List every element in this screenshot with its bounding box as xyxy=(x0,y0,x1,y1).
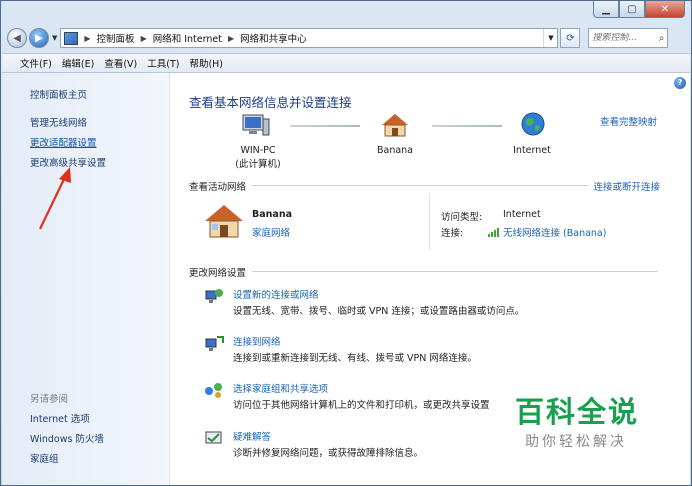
connection-line xyxy=(290,125,360,127)
recent-pages-dropdown-icon[interactable]: ▼ xyxy=(52,34,57,42)
search-icon[interactable]: ⌕ xyxy=(659,33,665,44)
address-bar[interactable]: ▶ 控制面板 ▶ 网络和 Internet ▶ 网络和共享中心 ▼ xyxy=(60,28,559,48)
divider xyxy=(429,194,430,250)
task-new-connection-link[interactable]: 设置新的连接或网络 xyxy=(233,287,319,301)
connect-disconnect-link[interactable]: 连接或断开连接 xyxy=(593,179,660,193)
node-this-computer-sub: (此计算机) xyxy=(235,159,281,170)
breadcrumb-network-sharing-center[interactable]: 网络和共享中心 xyxy=(240,31,307,45)
network-name: Banana xyxy=(252,209,292,220)
network-type-link[interactable]: 家庭网络 xyxy=(252,225,290,239)
forward-button[interactable]: ▶ xyxy=(29,28,49,48)
connection-value[interactable]: 无线网络连接 (Banana) xyxy=(503,225,606,239)
help-icon[interactable]: ? xyxy=(674,77,686,89)
watermark-subtitle: 助你轻松解决 xyxy=(525,434,627,450)
back-arrow-icon: ◀ xyxy=(13,32,21,44)
search-input[interactable] xyxy=(592,33,653,43)
sidebar-control-panel-home[interactable]: 控制面板主页 xyxy=(30,87,87,101)
watermark-title: 百科全说 xyxy=(515,395,640,429)
address-dropdown-icon[interactable]: ▼ xyxy=(543,29,557,47)
node-this-computer: WIN-PC (此计算机) xyxy=(228,145,288,170)
breadcrumb: 控制面板 ▶ 网络和 Internet ▶ 网络和共享中心 xyxy=(97,31,307,46)
breadcrumb-chevron-icon[interactable]: ▶ xyxy=(84,34,90,43)
task-homegroup-sharing-desc: 访问位于其他网络计算机上的文件和打印机，或更改共享设置 xyxy=(233,400,490,411)
breadcrumb-network-internet[interactable]: 网络和 Internet xyxy=(153,31,222,45)
access-type-label: 访问类型: xyxy=(441,212,483,223)
refresh-icon: ⟳ xyxy=(566,32,575,44)
control-panel-icon xyxy=(64,31,79,45)
troubleshoot-icon xyxy=(205,431,222,444)
task-homegroup-sharing-link[interactable]: 选择家庭组和共享选项 xyxy=(233,381,328,395)
home-network-icon xyxy=(382,114,408,137)
sidebar-item-homegroup[interactable]: 家庭组 xyxy=(30,451,59,465)
sidebar-item-manage-wireless[interactable]: 管理无线网络 xyxy=(30,115,87,129)
sidebar-item-windows-firewall[interactable]: Windows 防火墙 xyxy=(30,431,104,445)
annotation-arrow-icon xyxy=(39,167,71,230)
connection-label: 连接: xyxy=(441,228,464,239)
address-row: ◀ ▶ ▼ ▶ 控制面板 ▶ 网络和 Internet ▶ 网络和共享中心 ▼ … xyxy=(7,26,687,50)
minimize-button[interactable]: ▁ xyxy=(593,1,619,18)
menu-file[interactable]: 文件(F) xyxy=(20,56,52,70)
node-internet: Internet xyxy=(513,145,551,156)
minimize-icon: ▁ xyxy=(602,3,610,15)
computer-icon xyxy=(242,114,270,136)
sidebar-item-adapter-settings[interactable]: 更改适配器设置 xyxy=(30,135,97,149)
access-type-value: Internet xyxy=(503,209,541,220)
divider xyxy=(252,271,658,272)
page-title: 查看基本网络信息并设置连接 xyxy=(189,95,352,110)
forward-arrow-icon: ▶ xyxy=(35,32,43,44)
task-new-connection-desc: 设置无线、宽带、拨号、临时或 VPN 连接；或设置路由器或访问点。 xyxy=(233,306,525,317)
wireless-signal-icon xyxy=(488,227,499,237)
node-banana: Banana xyxy=(376,145,414,156)
connection-link[interactable]: 无线网络连接 (Banana) xyxy=(488,225,606,239)
task-connect-network-desc: 连接到或重新连接到无线、有线、拨号或 VPN 网络连接。 xyxy=(233,353,477,364)
maximize-button[interactable]: ▢ xyxy=(619,1,645,18)
task-troubleshoot-desc: 诊断并修复网络问题，或获得故障排除信息。 xyxy=(233,448,424,459)
active-networks-heading: 查看活动网络 xyxy=(189,182,247,193)
search-box[interactable]: ⌕ xyxy=(588,28,669,48)
node-this-computer-name: WIN-PC xyxy=(240,145,276,156)
maximize-icon: ▢ xyxy=(627,3,637,15)
task-connect-network-link[interactable]: 连接到网络 xyxy=(233,334,281,348)
change-settings-heading: 更改网络设置 xyxy=(189,268,247,279)
breadcrumb-control-panel[interactable]: 控制面板 xyxy=(97,31,135,45)
new-connection-icon xyxy=(205,289,223,303)
homegroup-icon xyxy=(205,383,222,398)
internet-globe-icon xyxy=(521,112,545,136)
close-icon: ✕ xyxy=(660,3,670,15)
window-caption-buttons: ▁ ▢ ✕ xyxy=(593,1,685,18)
divider xyxy=(252,185,588,186)
back-button[interactable]: ◀ xyxy=(7,28,27,48)
home-network-large-icon xyxy=(205,205,243,238)
refresh-button[interactable]: ⟳ xyxy=(560,28,581,48)
menu-view[interactable]: 查看(V) xyxy=(104,56,137,70)
menu-edit[interactable]: 编辑(E) xyxy=(62,56,94,70)
task-troubleshoot-link[interactable]: 疑难解答 xyxy=(233,429,271,443)
menu-help[interactable]: 帮助(H) xyxy=(189,56,223,70)
view-full-map-link[interactable]: 查看完整映射 xyxy=(600,114,657,128)
connection-line xyxy=(432,125,502,127)
menu-tools[interactable]: 工具(T) xyxy=(147,56,179,70)
sidebar-item-internet-options[interactable]: Internet 选项 xyxy=(30,411,90,425)
explorer-window: ▁ ▢ ✕ ◀ ▶ ▼ ▶ 控制面板 ▶ 网络和 Internet ▶ 网络和共… xyxy=(0,0,692,486)
menu-bar: 文件(F) 编辑(E) 查看(V) 工具(T) 帮助(H) xyxy=(2,53,690,73)
close-button[interactable]: ✕ xyxy=(645,1,685,18)
see-also-label: 另请参阅 xyxy=(30,394,69,405)
sidebar: 控制面板主页 管理无线网络 更改适配器设置 更改高级共享设置 另请参阅 Inte… xyxy=(2,73,170,485)
breadcrumb-chevron-icon[interactable]: ▶ xyxy=(141,34,147,43)
connect-network-icon xyxy=(205,336,224,351)
breadcrumb-chevron-icon[interactable]: ▶ xyxy=(228,34,234,43)
